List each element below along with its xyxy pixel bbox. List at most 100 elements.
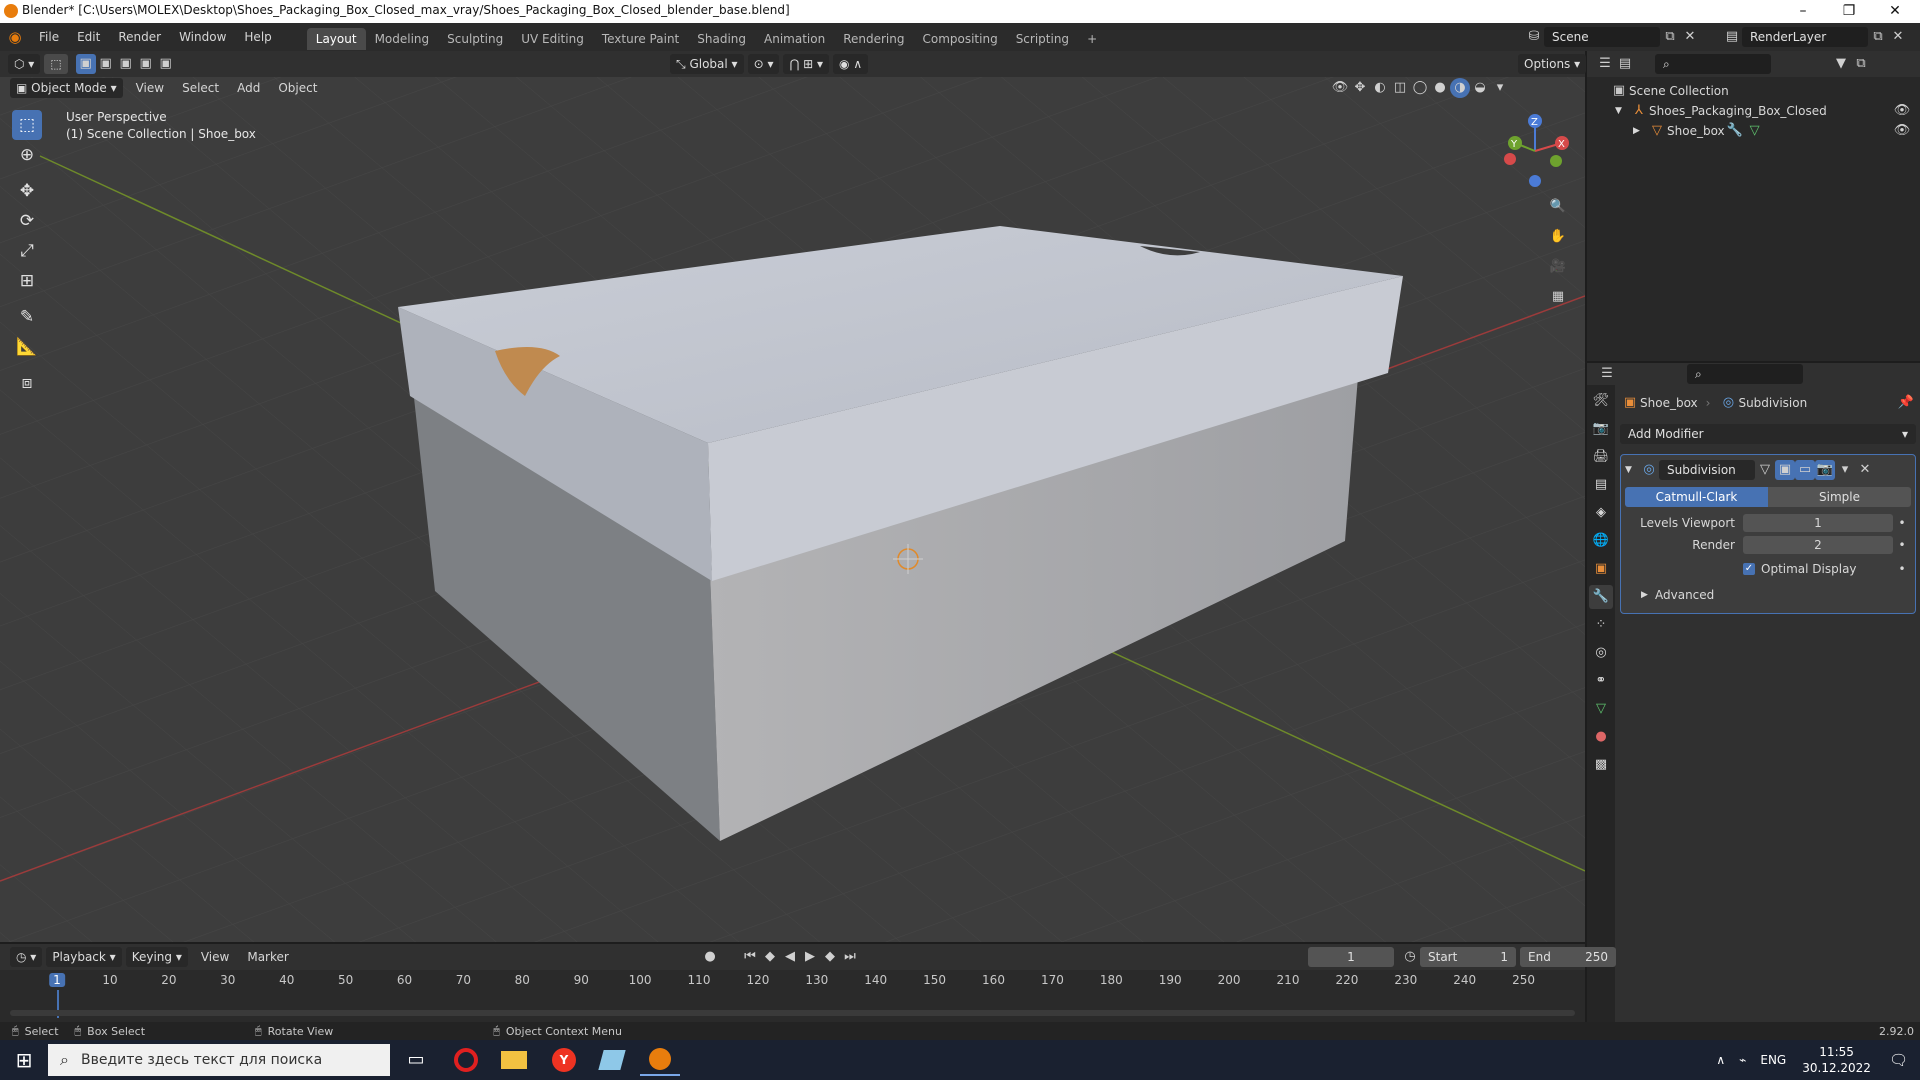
render-toggle-icon[interactable]: 📷 xyxy=(1815,460,1835,480)
pivot-point-dropdown[interactable]: ⊙ ▾ xyxy=(747,54,780,74)
outliner-row-collection[interactable]: ▼ ⅄ Shoes_Packaging_Box_Closed 👁 xyxy=(1587,101,1920,121)
3d-viewer-icon[interactable] xyxy=(592,1044,632,1076)
physics-tab-icon[interactable]: ◎ xyxy=(1589,641,1613,665)
render-tab-icon[interactable]: 📷 xyxy=(1589,417,1613,441)
shading-wireframe-icon[interactable]: ◯ xyxy=(1410,78,1430,98)
proportional-edit-toggle[interactable]: ◉ ∧ xyxy=(833,54,869,74)
editmode-toggle-icon[interactable]: ▽ xyxy=(1755,460,1775,480)
select-subtract-icon[interactable]: ▣ xyxy=(116,54,136,74)
tab-layout[interactable]: Layout xyxy=(306,27,366,50)
remove-scene-icon[interactable]: ✕ xyxy=(1680,27,1700,47)
keying-menu[interactable]: Keying ▾ xyxy=(125,947,188,967)
simple-button[interactable]: Simple xyxy=(1768,487,1911,507)
shading-solid-icon[interactable]: ● xyxy=(1430,78,1450,98)
select-new-icon[interactable]: ▣ xyxy=(75,54,96,74)
properties-editor-icon[interactable]: ☰ xyxy=(1597,364,1617,384)
object-tab-icon[interactable]: ▣ xyxy=(1589,557,1613,581)
xray-icon[interactable]: ◫ xyxy=(1390,78,1410,98)
taskbar-search-box[interactable]: ⌕ Введите здесь текст для поиска xyxy=(48,1044,390,1076)
viewport-menu-object[interactable]: Object xyxy=(269,77,326,99)
tab-rendering[interactable]: Rendering xyxy=(834,28,913,50)
texture-tab-icon[interactable]: ▩ xyxy=(1589,753,1613,777)
output-tab-icon[interactable]: 🖨 xyxy=(1589,445,1613,469)
timeline-scrollbar[interactable] xyxy=(10,1010,1575,1016)
outliner-row-scene[interactable]: ▣ Scene Collection xyxy=(1587,81,1920,101)
tab-shading[interactable]: Shading xyxy=(688,28,755,50)
scene-tab-icon[interactable]: ◈ xyxy=(1589,501,1613,525)
record-icon[interactable]: ● xyxy=(700,947,720,967)
tray-expand-icon[interactable]: ∧ xyxy=(1716,1053,1725,1067)
select-invert-icon[interactable]: ▣ xyxy=(136,54,156,74)
task-view-icon[interactable]: ▭ xyxy=(396,1044,436,1076)
close-window-button[interactable]: ✕ xyxy=(1872,0,1918,23)
display-mode-icon[interactable]: ▤ xyxy=(1615,54,1635,74)
annotate-tool-icon[interactable]: ✎ xyxy=(12,302,42,332)
properties-search-input[interactable]: ⌕ xyxy=(1687,364,1803,384)
blender-menu-icon[interactable]: ◉ xyxy=(0,28,30,46)
levels-viewport-field[interactable]: 1 xyxy=(1743,514,1893,532)
prev-keyframe-icon[interactable]: ◆ xyxy=(760,947,780,967)
outliner-editor-icon[interactable]: ☰ xyxy=(1595,54,1615,74)
tab-sculpting[interactable]: Sculpting xyxy=(438,28,512,50)
modifier-menu-icon[interactable]: ▾ xyxy=(1835,460,1855,480)
overlay-toggle-icon[interactable]: ◐ xyxy=(1370,78,1390,98)
viewport-menu-add[interactable]: Add xyxy=(228,77,269,99)
visibility-icon[interactable]: 👁 xyxy=(1330,78,1350,98)
eye-icon[interactable]: 👁 xyxy=(1892,121,1912,141)
render-layer-field[interactable]: RenderLayer xyxy=(1742,27,1868,47)
add-modifier-dropdown[interactable]: Add Modifier ▾ xyxy=(1620,424,1916,444)
timeline-marker-menu[interactable]: Marker xyxy=(238,946,297,968)
menu-edit[interactable]: Edit xyxy=(68,23,109,51)
jump-start-icon[interactable]: ⏮ xyxy=(740,947,760,967)
current-frame-marker[interactable]: 1 xyxy=(49,973,65,987)
remove-layer-icon[interactable]: ✕ xyxy=(1888,27,1908,47)
tab-texture-paint[interactable]: Texture Paint xyxy=(593,28,688,50)
pan-hand-icon[interactable]: ✋ xyxy=(1548,222,1568,252)
select-intersect-icon[interactable]: ▣ xyxy=(156,54,176,74)
viewport-menu-select[interactable]: Select xyxy=(173,77,228,99)
new-collection-icon[interactable]: ⧉ xyxy=(1851,54,1871,74)
render-levels-field[interactable]: 2 xyxy=(1743,536,1893,554)
select-extend-icon[interactable]: ▣ xyxy=(96,54,116,74)
zoom-icon[interactable]: 🔍 xyxy=(1548,192,1568,222)
camera-view-icon[interactable]: 🎥 xyxy=(1548,252,1568,282)
material-tab-icon[interactable]: ● xyxy=(1589,725,1613,749)
start-frame-field[interactable]: Start 1 xyxy=(1420,947,1516,967)
measure-tool-icon[interactable]: 📐 xyxy=(12,332,42,362)
clock[interactable]: 11:55 30.12.2022 xyxy=(1802,1044,1871,1076)
optimal-display-checkbox[interactable]: ✓ xyxy=(1743,563,1755,575)
tab-animation[interactable]: Animation xyxy=(755,28,834,50)
shading-options-icon[interactable]: ▾ xyxy=(1490,78,1510,98)
snap-toggle[interactable]: ⋂ ⊞ ▾ xyxy=(783,54,830,74)
catmull-clark-button[interactable]: Catmull-Clark xyxy=(1625,487,1768,507)
world-tab-icon[interactable]: 🌐 xyxy=(1589,529,1613,553)
blender-taskbar-icon[interactable] xyxy=(640,1044,680,1076)
minimize-button[interactable]: – xyxy=(1780,0,1826,23)
timeline-view-menu[interactable]: View xyxy=(192,946,238,968)
add-cube-tool-icon[interactable]: ⧈ xyxy=(12,368,42,398)
keyframe-dot-icon[interactable]: • xyxy=(1893,516,1911,530)
yandex-browser-icon[interactable]: Y xyxy=(544,1044,584,1076)
filter-icon[interactable]: ▼ xyxy=(1831,54,1851,74)
options-dropdown[interactable]: Options ▾ xyxy=(1518,54,1587,74)
viewport-toggle-icon[interactable]: ▭ xyxy=(1795,460,1815,480)
expand-arrow-icon[interactable]: ▼ xyxy=(1615,106,1629,116)
gizmo-toggle-icon[interactable]: ✥ xyxy=(1350,78,1370,98)
menu-file[interactable]: File xyxy=(30,23,68,51)
menu-render[interactable]: Render xyxy=(109,23,170,51)
opera-icon[interactable] xyxy=(446,1044,486,1076)
notifications-icon[interactable]: 🗨 xyxy=(1889,1051,1908,1069)
keyframe-dot-icon[interactable]: • xyxy=(1893,538,1911,552)
modifier-name-field[interactable]: Subdivision xyxy=(1659,460,1755,480)
collapse-arrow-icon[interactable]: ▼ xyxy=(1625,465,1639,475)
select-box-tool-icon[interactable]: ⬚ xyxy=(12,110,42,140)
particles-tab-icon[interactable]: ⁘ xyxy=(1589,613,1613,637)
playback-menu[interactable]: Playback ▾ xyxy=(46,947,122,967)
modifier-tab-icon[interactable]: 🔧 xyxy=(1589,585,1613,609)
viewport-menu-view[interactable]: View xyxy=(127,77,173,99)
timeline-editor-icon[interactable]: ◷ ▾ xyxy=(10,947,43,967)
tool-tab-icon[interactable]: 🛠 xyxy=(1589,389,1613,413)
collapse-arrow-icon[interactable]: ▶ xyxy=(1633,126,1647,136)
file-explorer-icon[interactable] xyxy=(494,1044,534,1076)
remove-modifier-icon[interactable]: ✕ xyxy=(1855,460,1875,480)
